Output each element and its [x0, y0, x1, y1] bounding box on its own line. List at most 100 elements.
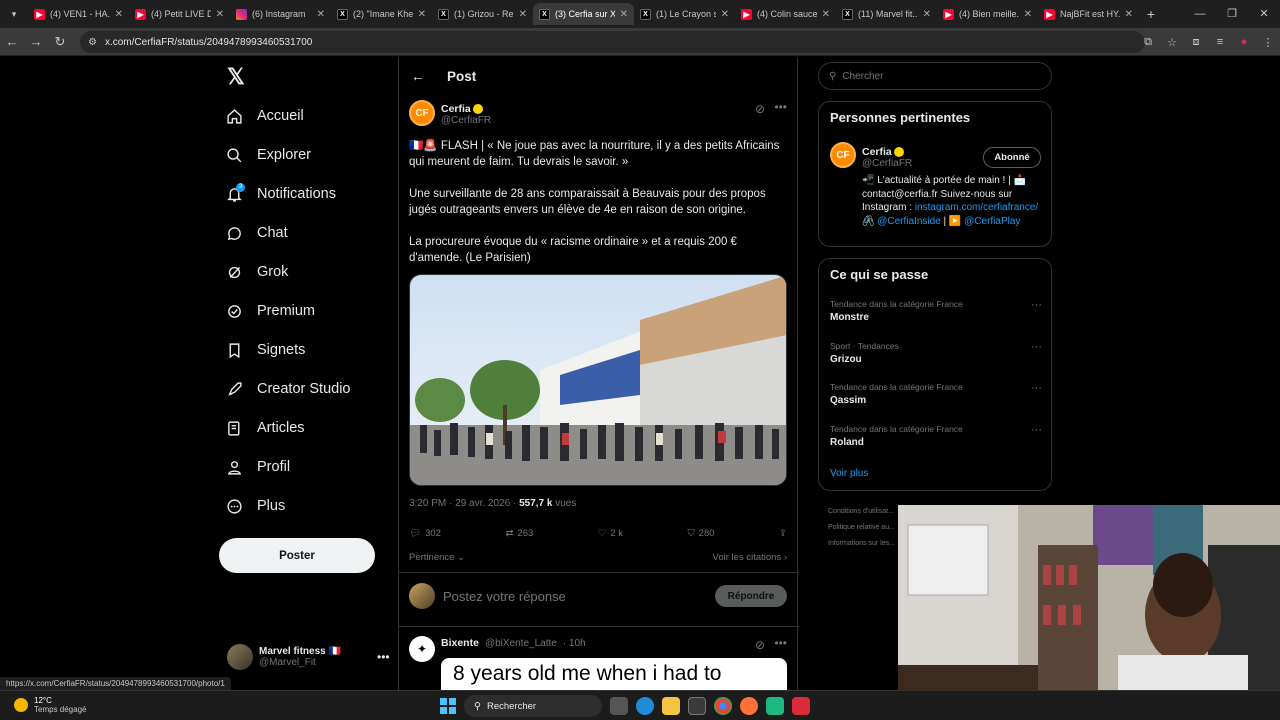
browser-tab-active[interactable]: X(3) Cerfia sur X...✕	[533, 3, 634, 25]
browser-tab[interactable]: X(1) Le Crayon s...✕	[634, 3, 735, 25]
bio-link[interactable]: instagram.com/cerfiafrance/	[915, 202, 1038, 213]
store-icon[interactable]	[688, 697, 706, 715]
trend-item[interactable]: Tendance dans la catégorie France Roland…	[830, 424, 1042, 448]
tweet-photo[interactable]	[409, 274, 787, 486]
footer-link[interactable]: Conditions d'utilisat...	[828, 504, 895, 520]
close-icon[interactable]: ✕	[216, 9, 224, 20]
site-info-icon[interactable]: ⚙	[88, 37, 97, 48]
url-field[interactable]: ⚙ x.com/CerfiaFR/status/2049478993460531…	[80, 31, 1145, 53]
close-icon[interactable]: ✕	[418, 9, 426, 20]
close-window-icon[interactable]: ✕	[1248, 0, 1280, 28]
app-icon[interactable]	[766, 697, 784, 715]
relevant-person[interactable]: Cerfia @CerfiaFR	[862, 143, 912, 169]
close-icon[interactable]: ✕	[519, 9, 527, 20]
reload-icon[interactable]: ↻	[48, 34, 72, 50]
browser-tab[interactable]: X (11) Marvel fit... ✕	[836, 3, 937, 25]
profile-icon[interactable]: ●	[1232, 36, 1256, 48]
reply-action[interactable]: 💬︎ 302	[409, 528, 441, 539]
new-tab-button[interactable]: +	[1139, 6, 1163, 22]
view-quotes-link[interactable]: Voir les citations ›	[713, 552, 787, 563]
weather-widget[interactable]: 12°C Temps dégagé	[14, 696, 86, 714]
reply-tweet[interactable]: ✦ Bixente @biXente_Latte · 10h ⊘ ••• 8 y…	[409, 636, 787, 698]
menu-icon[interactable]: ⋮	[1256, 36, 1280, 49]
trend-item[interactable]: Tendance dans la catégorie France Monstr…	[830, 299, 1042, 323]
see-more-link[interactable]: Voir plus	[830, 468, 868, 479]
author-avatar[interactable]: CF	[830, 142, 856, 168]
browser-tab[interactable]: (6) Instagram ✕	[230, 3, 331, 25]
media-icon[interactable]: ≡	[1208, 36, 1232, 48]
nav-item-explore[interactable]: Explorer	[225, 140, 311, 170]
antivirus-icon[interactable]	[792, 697, 810, 715]
edge-icon[interactable]	[636, 697, 654, 715]
grok-icon[interactable]: ⊘	[755, 638, 765, 652]
bio-link[interactable]: @CerfiaPlay	[964, 216, 1020, 227]
back-icon[interactable]: ←	[0, 34, 24, 49]
nav-item-notifications[interactable]: 3 Notifications	[225, 179, 336, 209]
grok-icon[interactable]: ⊘	[755, 102, 765, 116]
extensions-icon[interactable]: ⧈	[1184, 36, 1208, 49]
browser-tab[interactable]: ▶(4) Colin sauce...✕	[735, 3, 836, 25]
close-icon[interactable]: ✕	[1125, 9, 1133, 20]
chrome-icon[interactable]	[714, 697, 732, 715]
reply-input[interactable]: Postez votre réponse	[443, 589, 566, 604]
footer-link[interactable]: Politique relative au...	[828, 520, 895, 536]
bookmark-star-icon[interactable]: ☆	[1160, 36, 1184, 49]
tweet-author[interactable]: CF Cerfia @CerfiaFR	[409, 100, 787, 126]
like-action[interactable]: ♡ 2 k	[598, 528, 623, 539]
back-arrow-icon[interactable]: ←	[411, 68, 425, 84]
browser-tab[interactable]: ▶ (4) Bien meille... ✕	[937, 3, 1038, 25]
following-button[interactable]: Abonné	[983, 147, 1041, 168]
nav-item-profile[interactable]: Profil	[225, 452, 290, 482]
firefox-icon[interactable]	[740, 697, 758, 715]
more-dots-icon[interactable]: ···	[1031, 424, 1042, 436]
task-view-icon[interactable]	[610, 697, 628, 715]
taskbar-search[interactable]: ⚲ Rechercher	[464, 695, 602, 717]
windows-start-icon[interactable]	[440, 698, 456, 714]
file-explorer-icon[interactable]	[662, 697, 680, 715]
x-logo-icon[interactable]: 𝕏	[227, 64, 245, 90]
sort-dropdown[interactable]: Pertinence ⌄	[409, 552, 465, 563]
close-icon[interactable]: ✕	[1024, 9, 1032, 20]
browser-tab[interactable]: X(2) "Imane Khe...✕	[331, 3, 432, 25]
nav-item-home[interactable]: Accueil	[225, 101, 304, 131]
account-switcher[interactable]: Marvel fitness 🇫🇷 @Marvel_Fit •••	[227, 644, 390, 670]
close-icon[interactable]: ✕	[923, 9, 931, 20]
nav-item-grok[interactable]: Grok	[225, 257, 288, 287]
repost-action[interactable]: ⇄ 263	[505, 528, 533, 539]
nav-item-premium[interactable]: Premium	[225, 296, 315, 326]
nav-item-articles[interactable]: Articles	[225, 413, 305, 443]
bookmark-action[interactable]: ⛉ 280	[688, 528, 715, 539]
forward-icon[interactable]: →	[24, 34, 48, 49]
more-dots-icon[interactable]: ···	[1031, 299, 1042, 311]
nav-item-chat[interactable]: Chat	[225, 218, 288, 248]
search-input[interactable]: ⚲ Chercher	[818, 62, 1052, 90]
more-dots-icon[interactable]: ···	[1031, 341, 1042, 353]
reply-button[interactable]: Répondre	[715, 585, 787, 607]
tab-search-button[interactable]: ▾	[3, 3, 25, 25]
close-icon[interactable]: ✕	[721, 9, 729, 20]
close-icon[interactable]: ✕	[317, 9, 325, 20]
browser-tab[interactable]: ▶ (4) VEN1 - HA... ✕	[28, 3, 129, 25]
more-dots-icon[interactable]: ···	[1031, 382, 1042, 394]
nav-item-creator-studio[interactable]: Creator Studio	[225, 374, 351, 404]
browser-tab[interactable]: X(1) Grizou - Re...✕	[432, 3, 533, 25]
footer-link[interactable]: Informations sur les...	[828, 536, 895, 552]
restore-icon[interactable]: ❐	[1216, 0, 1248, 28]
nav-item-more[interactable]: Plus	[225, 491, 285, 521]
browser-tab[interactable]: ▶(4) Petit LIVE D...✕	[129, 3, 230, 25]
more-dots-icon[interactable]: •••	[774, 100, 787, 114]
close-icon[interactable]: ✕	[620, 9, 628, 20]
trend-item[interactable]: Tendance dans la catégorie France Qassim…	[830, 382, 1042, 406]
more-dots-icon[interactable]: •••	[774, 636, 787, 650]
install-app-icon[interactable]: ⧉	[1136, 36, 1160, 49]
minimize-icon[interactable]: —	[1184, 0, 1216, 28]
nav-item-bookmarks[interactable]: Signets	[225, 335, 305, 365]
tweet-timestamp[interactable]: 3:20 PM · 29 avr. 2026 ·	[409, 498, 519, 509]
close-icon[interactable]: ✕	[822, 9, 830, 20]
trend-item[interactable]: Sport · Tendances Grizou ···	[830, 341, 1042, 365]
bio-link[interactable]: @CerfiaInside	[877, 216, 941, 227]
more-dots-icon[interactable]: •••	[377, 650, 390, 664]
post-button[interactable]: Poster	[219, 538, 375, 573]
close-icon[interactable]: ✕	[115, 9, 123, 20]
browser-tab[interactable]: ▶ NajBFit est HY... ✕	[1038, 3, 1139, 25]
